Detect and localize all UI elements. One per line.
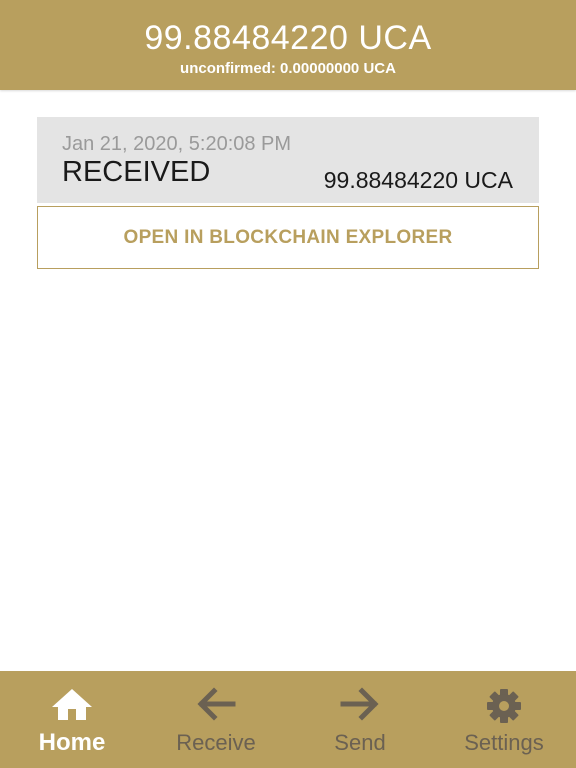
transaction-item[interactable]: Jan 21, 2020, 5:20:08 PM RECEIVED 99.884… — [37, 117, 539, 203]
home-icon — [0, 687, 144, 725]
arrow-right-icon — [288, 687, 432, 725]
balance-amount: 99.88484220 UCA — [144, 19, 432, 57]
nav-item-settings[interactable]: Settings — [432, 671, 576, 768]
nav-item-home[interactable]: Home — [0, 671, 144, 768]
balance-header: 99.88484220 UCA unconfirmed: 0.00000000 … — [0, 0, 576, 90]
bottom-navigation: Home Receive Send Settings — [0, 671, 576, 768]
open-in-blockchain-explorer-button[interactable]: OPEN IN BLOCKCHAIN EXPLORER — [37, 206, 539, 269]
nav-label-send: Send — [334, 730, 386, 755]
nav-label-receive: Receive — [176, 730, 256, 755]
transaction-type: RECEIVED — [62, 156, 211, 188]
transaction-amount: 99.88484220 UCA — [323, 167, 513, 193]
nav-item-send[interactable]: Send — [288, 671, 432, 768]
nav-item-receive[interactable]: Receive — [144, 671, 288, 768]
nav-label-home: Home — [38, 729, 106, 756]
transaction-date: Jan 21, 2020, 5:20:08 PM — [62, 133, 292, 155]
unconfirmed-balance: unconfirmed: 0.00000000 UCA — [180, 60, 396, 77]
gear-icon — [432, 687, 576, 725]
nav-label-settings: Settings — [464, 730, 544, 755]
wallet-screen: 99.88484220 UCA unconfirmed: 0.00000000 … — [0, 0, 576, 768]
arrow-left-icon — [144, 687, 288, 725]
